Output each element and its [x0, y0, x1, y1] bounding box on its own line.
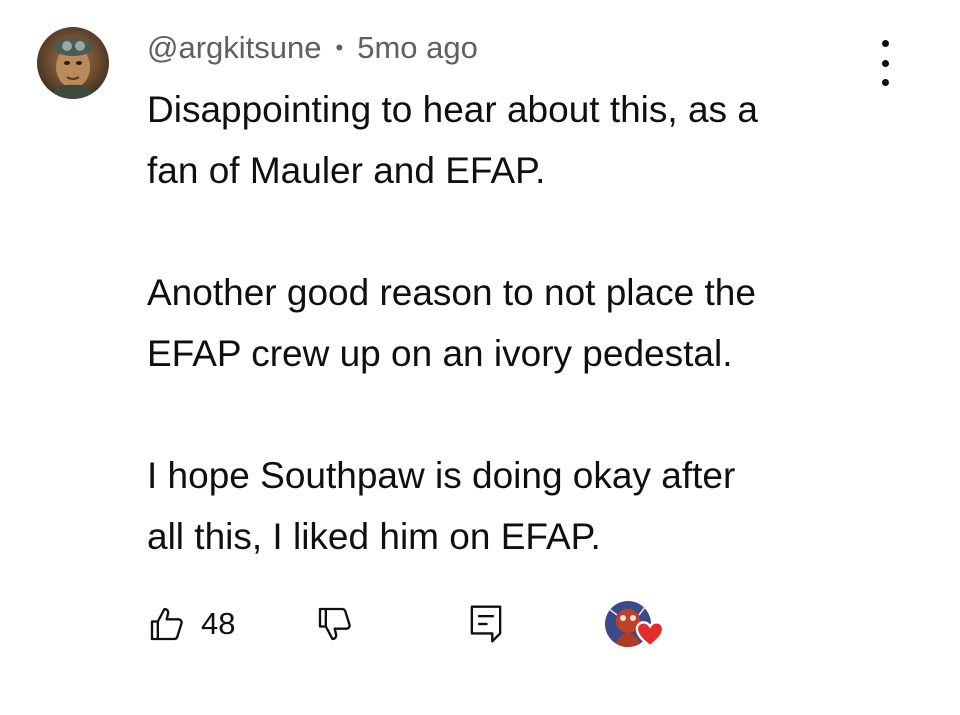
- reply-comment-icon: [470, 605, 502, 643]
- comment-header: @argkitsune • 5mo ago: [147, 28, 478, 68]
- separator-dot: •: [335, 35, 344, 60]
- reply-button[interactable]: [467, 598, 505, 650]
- like-button[interactable]: 48: [147, 598, 235, 650]
- heart-icon: [635, 621, 665, 648]
- dislike-button[interactable]: [315, 598, 355, 650]
- comment-line: Disappointing to hear about this, as a: [147, 89, 758, 130]
- thumb-up-icon: [150, 607, 183, 641]
- avatar[interactable]: [37, 27, 109, 99]
- like-count: 48: [201, 606, 236, 641]
- author-handle[interactable]: @argkitsune: [147, 30, 322, 66]
- thumb-down-icon: [318, 607, 351, 641]
- comment-line: Another good reason to not place the: [147, 272, 756, 313]
- comment-line: EFAP crew up on an ivory pedestal.: [147, 333, 733, 374]
- comment-timestamp[interactable]: 5mo ago: [357, 30, 478, 66]
- comment-actions: 48: [147, 598, 687, 650]
- comment-line: I hope Southpaw is doing okay after: [147, 455, 736, 496]
- creator-heart: [605, 598, 671, 650]
- comment-line: all this, I liked him on EFAP.: [147, 516, 601, 557]
- comment-line: fan of Mauler and EFAP.: [147, 150, 546, 191]
- comment-text: Disappointing to hear about this, as a f…: [147, 79, 887, 567]
